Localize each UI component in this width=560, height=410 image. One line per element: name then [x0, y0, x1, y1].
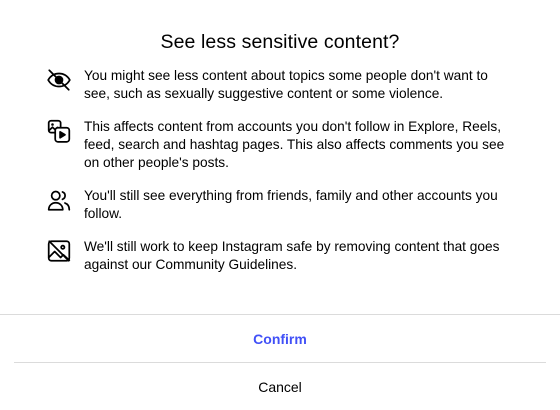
sensitive-content-dialog: See less sensitive content? You might se… — [0, 0, 560, 410]
cancel-button[interactable]: Cancel — [0, 363, 560, 410]
info-item-text: We'll still work to keep Instagram safe … — [84, 239, 500, 272]
people-icon — [46, 187, 72, 213]
info-item-text: This affects content from accounts you d… — [84, 119, 505, 170]
dialog-title: See less sensitive content? — [160, 31, 400, 53]
confirm-button[interactable]: Confirm — [0, 315, 560, 363]
info-item-text: You might see less content about topics … — [84, 68, 488, 101]
eye-off-icon — [46, 67, 72, 93]
info-list: You might see less content about topics … — [46, 67, 516, 274]
info-item-text: You'll still see everything from friends… — [84, 188, 498, 221]
info-item: You'll still see everything from friends… — [46, 187, 516, 223]
info-item: We'll still work to keep Instagram safe … — [46, 238, 516, 274]
image-off-icon — [46, 238, 72, 264]
media-stack-icon — [46, 118, 72, 144]
info-item: This affects content from accounts you d… — [46, 118, 516, 172]
info-item: You might see less content about topics … — [46, 67, 516, 103]
